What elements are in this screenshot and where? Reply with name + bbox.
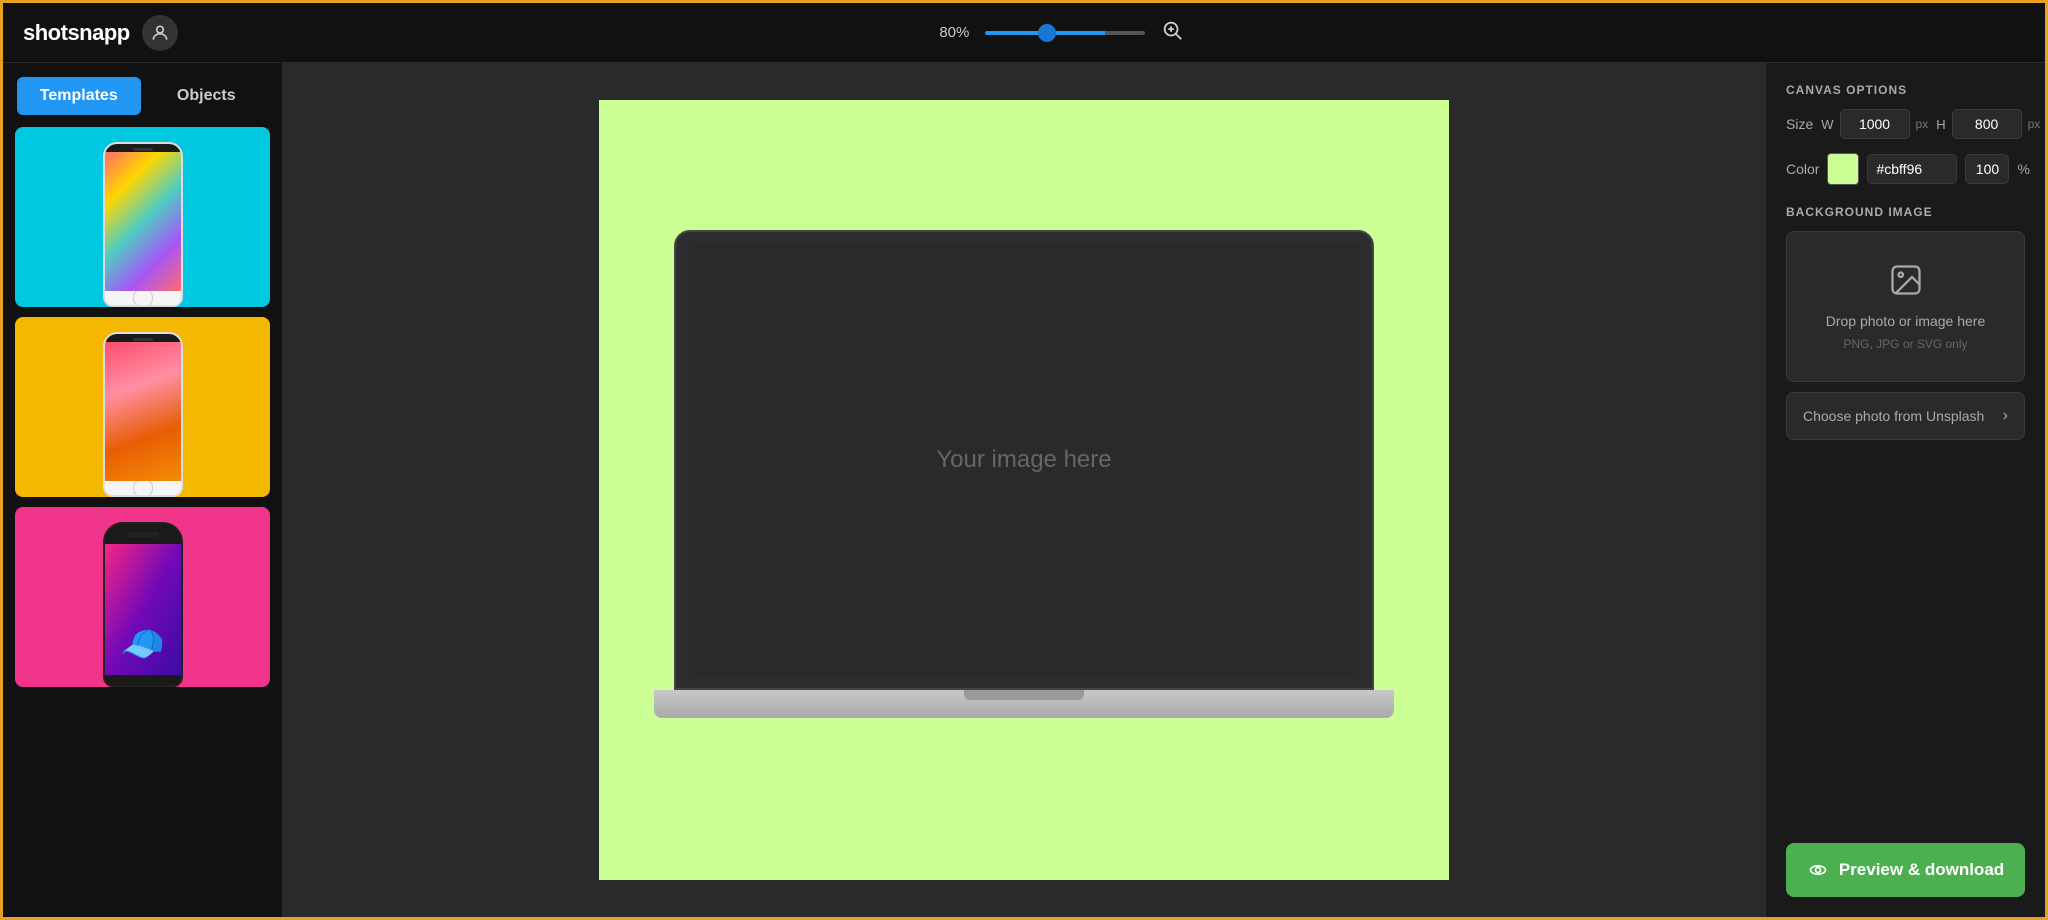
- list-item[interactable]: [15, 317, 270, 497]
- width-group: W px: [1821, 109, 1928, 139]
- opacity-percent: %: [2017, 161, 2029, 177]
- eye-icon: [1807, 859, 1829, 881]
- sidebar: Templates Objects: [3, 63, 283, 917]
- width-input[interactable]: [1840, 109, 1910, 139]
- bg-image-title: BACKGROUND IMAGE: [1786, 205, 2025, 219]
- main-layout: Templates Objects: [3, 63, 2045, 917]
- image-placeholder: Your image here: [936, 446, 1111, 474]
- right-panel: CANVAS OPTIONS Size W px H px Color: [1765, 63, 2045, 917]
- topbar-center: 80%: [939, 19, 1183, 47]
- color-swatch[interactable]: [1827, 153, 1859, 185]
- opacity-input[interactable]: [1965, 154, 2009, 184]
- template-list: 🧢: [3, 115, 282, 917]
- list-item[interactable]: [15, 127, 270, 307]
- size-row: Size W px H px: [1786, 109, 2025, 139]
- unsplash-button[interactable]: Choose photo from Unsplash ›: [1786, 392, 2025, 440]
- tab-templates[interactable]: Templates: [17, 77, 141, 115]
- list-item[interactable]: 🧢: [15, 507, 270, 687]
- zoom-slider[interactable]: [985, 31, 1145, 35]
- character-icon: 🧢: [120, 623, 165, 665]
- width-unit: px: [1916, 117, 1929, 131]
- size-label: Size: [1786, 116, 1813, 132]
- preview-download-label: Preview & download: [1839, 860, 2004, 880]
- height-unit: px: [2028, 117, 2041, 131]
- drop-zone-text: Drop photo or image here: [1826, 313, 1986, 329]
- canvas-options-title: CANVAS OPTIONS: [1786, 83, 2025, 97]
- height-label: H: [1936, 117, 1945, 132]
- topbar-left: shotsnapp: [23, 15, 178, 51]
- laptop-base: [654, 690, 1394, 718]
- zoom-value: 80%: [939, 24, 969, 41]
- unsplash-label: Choose photo from Unsplash: [1803, 408, 1984, 424]
- laptop-lid: Your image here: [674, 230, 1374, 690]
- laptop-hinge: [964, 690, 1084, 700]
- height-group: H px: [1936, 109, 2040, 139]
- tab-objects[interactable]: Objects: [145, 77, 269, 115]
- sidebar-tabs: Templates Objects: [3, 63, 282, 115]
- zoom-in-icon[interactable]: [1161, 19, 1183, 47]
- drop-zone-subtext: PNG, JPG or SVG only: [1843, 337, 1967, 351]
- laptop-mockup: Your image here: [664, 230, 1384, 750]
- color-label: Color: [1786, 161, 1819, 177]
- chevron-right-icon: ›: [2003, 407, 2008, 425]
- avatar[interactable]: [142, 15, 178, 51]
- app-logo: shotsnapp: [23, 20, 130, 46]
- color-hex-input[interactable]: [1867, 154, 1957, 184]
- preview-download-button[interactable]: Preview & download: [1786, 843, 2025, 897]
- color-row: Color %: [1786, 153, 2025, 185]
- image-upload-icon: [1888, 262, 1924, 305]
- canvas-area: Your image here: [283, 63, 1765, 917]
- laptop-screen: Your image here: [688, 244, 1360, 676]
- drop-zone[interactable]: Drop photo or image here PNG, JPG or SVG…: [1786, 231, 2025, 382]
- bg-image-section: BACKGROUND IMAGE Drop photo or image her…: [1786, 205, 2025, 440]
- topbar: shotsnapp 80%: [3, 3, 2045, 63]
- width-label: W: [1821, 117, 1833, 132]
- height-input[interactable]: [1952, 109, 2022, 139]
- canvas-options-section: CANVAS OPTIONS Size W px H px Color: [1786, 83, 2025, 185]
- canvas-background[interactable]: Your image here: [599, 100, 1449, 880]
